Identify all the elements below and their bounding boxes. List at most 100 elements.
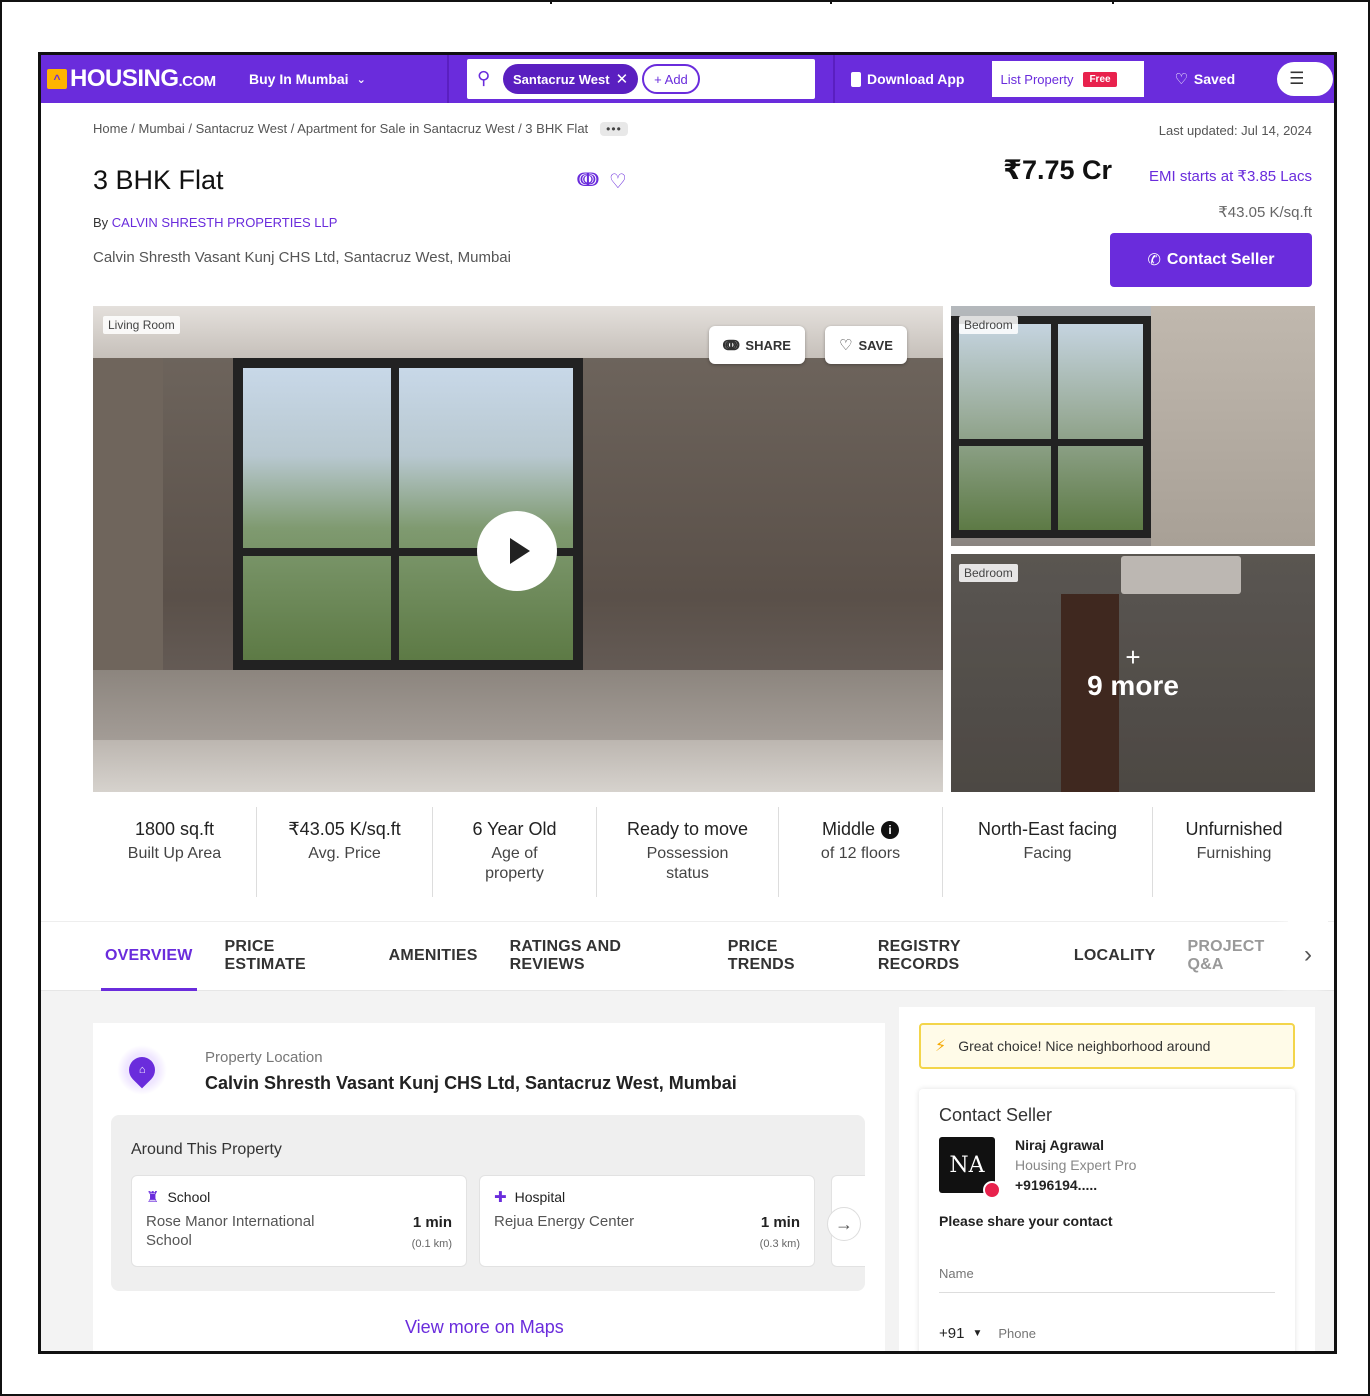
poi-name: Rejua Energy Center: [494, 1213, 635, 1230]
contact-seller-label: Contact Seller: [1166, 251, 1275, 268]
stat-item: Unfurnished Furnishing: [1153, 807, 1315, 897]
chevron-right-icon[interactable]: ›: [1288, 921, 1328, 989]
tick-mark: [830, 0, 832, 4]
by-prefix: By: [93, 215, 112, 230]
contact-seller-button[interactable]: ✆ Contact Seller: [1110, 233, 1312, 287]
list-property-button[interactable]: List Property Free: [992, 61, 1145, 97]
school-icon: ♜: [146, 1189, 160, 1206]
photo-floor: [93, 670, 943, 740]
stat-value: Ready to move: [626, 819, 749, 839]
stat-value: North-East facing: [977, 819, 1118, 839]
add-locality-button[interactable]: + Add: [642, 64, 700, 94]
search-icon: ⚲: [477, 68, 491, 88]
poi-card[interactable]: ✚ Hospital Rejua Energy Center 1 min (0.3…: [479, 1175, 815, 1267]
save-button[interactable]: ♡ SAVE: [825, 326, 907, 364]
heart-icon[interactable]: ♡: [609, 169, 627, 194]
saved-button[interactable]: ♡ Saved: [1174, 70, 1235, 88]
tab-price-trends[interactable]: PRICE TRENDS: [728, 921, 846, 991]
tab-ratings-reviews[interactable]: RATINGS AND REVIEWS: [510, 921, 696, 991]
top-nav: ^ HOUSING.COM Buy In Mumbai ⌄ ⚲ Santacru…: [41, 55, 1334, 103]
stat-label: Furnishing: [1196, 845, 1272, 862]
poi-name: Rose Manor International School: [146, 1213, 315, 1249]
pin-shape: ⌂: [123, 1051, 161, 1089]
emi-link[interactable]: EMI starts at ₹3.85 Lacs: [1149, 167, 1312, 185]
tab-project-qa[interactable]: PROJECT Q&A: [1187, 921, 1302, 991]
tab-amenities[interactable]: AMENITIES: [389, 921, 478, 991]
locality-chip[interactable]: Santacruz West ✕: [503, 64, 639, 94]
info-icon[interactable]: i: [881, 821, 900, 840]
city-selector-label: Buy In Mumbai: [249, 71, 349, 87]
last-updated: Last updated: Jul 14, 2024: [1158, 123, 1312, 138]
browser-page: ^ HOUSING.COM Buy In Mumbai ⌄ ⚲ Santacru…: [38, 52, 1337, 1354]
photo-blur-top: [93, 306, 943, 358]
menu-button[interactable]: ☰: [1277, 62, 1334, 96]
tab-locality[interactable]: LOCALITY: [1074, 921, 1156, 991]
tab-registry-records[interactable]: REGISTRY RECORDS: [878, 921, 1042, 991]
city-selector[interactable]: Buy In Mumbai ⌄: [229, 55, 449, 103]
seller-role: Housing Expert Pro: [1015, 1157, 1137, 1173]
around-property: Around This Property ♜ School Rose Manor …: [111, 1115, 865, 1291]
home-icon: ⌂: [138, 1064, 146, 1076]
stat-item: 1800 sq.ft Built Up Area: [93, 807, 257, 897]
price-per-sqft: ₹43.05 K/sq.ft: [1218, 204, 1312, 221]
seller-sidebar: ⚡ Great choice! Nice neighborhood around…: [899, 1007, 1315, 1351]
close-icon[interactable]: ✕: [616, 70, 629, 88]
contact-seller-card: Contact Seller NA Niraj Agrawal Housing …: [919, 1089, 1295, 1351]
breadcrumb-trail[interactable]: Home / Mumbai / Santacruz West / Apartme…: [93, 121, 588, 136]
stat-label: of 12 floors: [820, 845, 901, 862]
tab-price-estimate[interactable]: PRICE ESTIMATE: [225, 921, 357, 991]
listing-price: ₹7.75 Cr: [1003, 155, 1112, 185]
search-bar[interactable]: ⚲ Santacruz West ✕ + Add: [467, 59, 815, 99]
poi-distance: (0.1 km): [411, 1238, 452, 1250]
stat-item: 6 Year Old Age of property: [433, 807, 597, 897]
caret-down-icon[interactable]: ▼: [972, 1328, 982, 1339]
stat-label: Age of property: [485, 845, 544, 882]
phone-field[interactable]: [998, 1326, 1199, 1341]
seller-name: Niraj Agrawal: [1015, 1137, 1104, 1153]
breadcrumb-more-button[interactable]: •••: [600, 121, 628, 136]
download-app-button[interactable]: Download App: [851, 71, 964, 87]
property-stats: 1800 sq.ft Built Up Area ₹43.05 K/sq.ft …: [93, 807, 1315, 897]
photo-window: [951, 316, 1151, 538]
main-photo[interactable]: Living Room ↈ SHARE ♡ SAVE: [93, 306, 943, 792]
lightning-icon: ⚡: [935, 1038, 947, 1055]
stat-item: ₹43.05 K/sq.ft Avg. Price: [257, 807, 433, 897]
logo-house-icon: ^: [47, 69, 67, 89]
overview-section: ⌂ Property Location Calvin Shresth Vasan…: [41, 991, 1334, 1351]
room-tag: Living Room: [103, 316, 180, 334]
more-photos-overlay: + 9 more: [951, 554, 1315, 792]
free-badge: Free: [1083, 71, 1117, 87]
header-divider: [833, 55, 835, 103]
play-video-button[interactable]: [477, 511, 557, 591]
poi-distance: (0.3 km): [759, 1238, 800, 1250]
photo-blur-bottom: [93, 740, 943, 792]
view-on-maps-link[interactable]: View more on Maps: [405, 1317, 564, 1338]
side-photo[interactable]: Bedroom: [951, 306, 1315, 546]
poi-time: 1 min: [760, 1214, 800, 1231]
country-code-select[interactable]: +91: [939, 1325, 964, 1342]
share-icon[interactable]: ↈ: [577, 169, 599, 194]
play-icon: [510, 538, 530, 564]
share-button[interactable]: ↈ SHARE: [709, 326, 805, 364]
heart-icon: ♡: [839, 337, 853, 354]
list-property-label: List Property: [1000, 71, 1074, 87]
saved-label: Saved: [1193, 71, 1236, 87]
contact-seller-title: Contact Seller: [939, 1105, 1053, 1125]
stat-label: Built Up Area: [127, 845, 222, 862]
tab-overview[interactable]: OVERVIEW: [101, 921, 197, 991]
housing-logo[interactable]: ^ HOUSING.COM: [47, 65, 229, 93]
location-label: Property Location: [205, 1049, 323, 1066]
poi-card[interactable]: ♜ School Rose Manor International School …: [131, 1175, 467, 1267]
name-field[interactable]: [939, 1255, 1275, 1293]
hamburger-icon: ☰: [1289, 69, 1305, 88]
around-title: Around This Property: [131, 1141, 282, 1158]
room-tag: Bedroom: [959, 564, 1018, 582]
seller-phone: +9196194.....: [1015, 1177, 1098, 1193]
stat-label: Possession status: [646, 845, 729, 882]
arrow-right-icon[interactable]: →: [827, 1207, 861, 1241]
more-photos-tile[interactable]: + 9 more Bedroom: [951, 554, 1315, 792]
stat-item: Middle i of 12 floors: [779, 807, 943, 897]
stat-value: 6 Year Old: [472, 819, 557, 839]
plus-icon: +: [1125, 642, 1141, 672]
developer-link[interactable]: CALVIN SHRESTH PROPERTIES LLP: [112, 215, 338, 230]
